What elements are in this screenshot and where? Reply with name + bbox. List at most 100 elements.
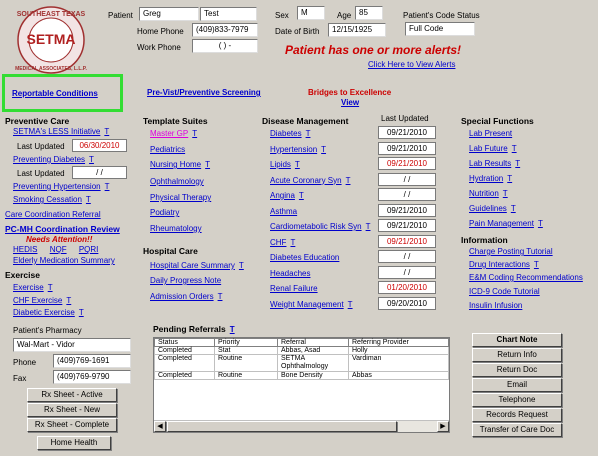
disease-date-field[interactable]: 09/21/2010: [378, 219, 436, 232]
disease-date-field[interactable]: / /: [378, 188, 436, 201]
less-t-link[interactable]: T: [104, 127, 109, 136]
disease-t-link[interactable]: T: [299, 191, 304, 200]
icd9-code-tutorial-link[interactable]: ICD-9 Code Tutorial: [469, 287, 540, 296]
daily-progress-note-link[interactable]: Daily Progress Note: [150, 276, 221, 285]
return-doc-button[interactable]: Return Doc: [472, 363, 562, 377]
nursing-home-link[interactable]: Nursing Home: [150, 160, 201, 169]
exercise-t-link[interactable]: T: [48, 283, 53, 292]
guidelines-t-link[interactable]: T: [511, 204, 516, 213]
insulin-infusion-link[interactable]: Insulin Infusion: [469, 301, 522, 310]
disease-date-field[interactable]: 09/21/2010: [378, 157, 436, 170]
work-phone-field[interactable]: ( ) -: [192, 39, 258, 53]
master-gp-t-link[interactable]: T: [192, 129, 197, 138]
smoking-cessation-link[interactable]: Smoking Cessation: [13, 195, 82, 204]
disease-date-field[interactable]: 09/20/2010: [378, 296, 436, 310]
telephone-button[interactable]: Telephone: [472, 393, 562, 407]
rx-sheet-complete-button[interactable]: Rx Sheet - Complete: [27, 418, 117, 432]
lab-results-t-link[interactable]: T: [515, 159, 520, 168]
care-coordination-referral-link[interactable]: Care Coordination Referral: [5, 210, 101, 219]
rx-sheet-active-button[interactable]: Rx Sheet - Active: [27, 388, 117, 402]
home-phone-field[interactable]: (409)833-7979: [192, 23, 258, 37]
referrals-col-provider[interactable]: Referring Provider: [348, 338, 449, 347]
disease-link[interactable]: Weight Management: [270, 300, 344, 309]
disease-t-link[interactable]: T: [366, 222, 371, 231]
previsit-screening-link[interactable]: Pre-Vist/Preventive Screening: [147, 88, 261, 97]
admission-orders-t-link[interactable]: T: [218, 292, 223, 301]
podiatry-link[interactable]: Podiatry: [150, 208, 179, 217]
disease-t-link[interactable]: T: [295, 160, 300, 169]
disease-date-field[interactable]: / /: [378, 265, 436, 279]
scroll-thumb[interactable]: [167, 421, 397, 432]
lab-results-link[interactable]: Lab Results: [469, 159, 511, 168]
hydration-link[interactable]: Hydration: [469, 174, 503, 183]
disease-date-field[interactable]: 09/21/2010: [378, 234, 436, 248]
pediatrics-link[interactable]: Pediatrics: [150, 145, 185, 154]
hospital-care-summary-t-link[interactable]: T: [239, 261, 244, 270]
physical-therapy-link[interactable]: Physical Therapy: [150, 193, 211, 202]
disease-date-field[interactable]: 01/20/2010: [378, 281, 436, 294]
disease-link[interactable]: Headaches: [270, 269, 310, 278]
disease-date-field[interactable]: 09/21/2010: [378, 203, 436, 217]
referrals-col-status[interactable]: Status: [154, 338, 215, 347]
code-status-field[interactable]: Full Code: [405, 22, 475, 36]
hospital-care-summary-link[interactable]: Hospital Care Summary: [150, 261, 235, 270]
smoking-cessation-t-link[interactable]: T: [86, 195, 91, 204]
em-coding-recommendations-link[interactable]: E&M Coding Recommendations: [469, 273, 583, 282]
disease-link[interactable]: Renal Failure: [270, 284, 318, 293]
nutrition-link[interactable]: Nutrition: [469, 189, 499, 198]
table-row[interactable]: Completed Routine SETMA Ophthalmology Va…: [154, 354, 449, 372]
drug-interactions-link[interactable]: Drug Interactions: [469, 260, 530, 269]
transfer-of-care-doc-button[interactable]: Transfer of Care Doc: [472, 423, 562, 437]
diabetic-exercise-link[interactable]: Diabetic Exercise: [13, 308, 75, 317]
view-alerts-link[interactable]: Click Here to View Alerts: [368, 60, 455, 69]
disease-link[interactable]: Diabetes Education: [270, 253, 339, 262]
chart-note-button[interactable]: Chart Note: [472, 333, 562, 347]
drug-interactions-t-link[interactable]: T: [534, 260, 539, 269]
bridges-view-link[interactable]: View: [341, 98, 359, 107]
disease-link[interactable]: CHF: [270, 238, 286, 247]
charge-posting-tutorial-link[interactable]: Charge Posting Tutorial: [469, 247, 553, 256]
pharmacy-fax-field[interactable]: (409)769-9790: [53, 370, 131, 384]
patient-first-name-field[interactable]: Greg: [139, 7, 199, 21]
disease-date-field[interactable]: 09/21/2010: [378, 141, 436, 155]
master-gp-link[interactable]: Master GP: [150, 129, 188, 138]
referrals-col-referral[interactable]: Referral: [277, 338, 349, 347]
disease-date-field[interactable]: / /: [378, 172, 436, 186]
pending-referrals-t-link[interactable]: T: [230, 325, 235, 334]
lab-present-link[interactable]: Lab Present: [469, 129, 512, 138]
ophthalmology-link[interactable]: Ophthalmology: [150, 177, 204, 186]
pending-referrals-grid[interactable]: Status Priority Referral Referring Provi…: [153, 337, 450, 433]
nutrition-t-link[interactable]: T: [503, 189, 508, 198]
elderly-medication-summary-link[interactable]: Elderly Medication Summary: [13, 256, 115, 265]
dob-field[interactable]: 12/15/1925: [328, 23, 386, 37]
diabetes-date-field[interactable]: / /: [72, 166, 127, 179]
preventing-diabetes-t-link[interactable]: T: [89, 155, 94, 164]
disease-t-link[interactable]: T: [290, 238, 295, 247]
age-field[interactable]: 85: [355, 6, 383, 20]
disease-link[interactable]: Angina: [270, 191, 295, 200]
scroll-right-arrow-icon[interactable]: ▶: [437, 421, 449, 432]
hydration-t-link[interactable]: T: [507, 174, 512, 183]
disease-t-link[interactable]: T: [346, 176, 351, 185]
disease-t-link[interactable]: T: [321, 145, 326, 154]
less-initiative-link[interactable]: SETMA's LESS Initiative: [13, 127, 100, 136]
disease-date-field[interactable]: / /: [378, 250, 436, 263]
disease-link[interactable]: Cardiometabolic Risk Syn: [270, 222, 362, 231]
disease-link[interactable]: Asthma: [270, 207, 297, 216]
preventing-hypertension-t-link[interactable]: T: [105, 182, 110, 191]
diabetic-exercise-t-link[interactable]: T: [79, 308, 84, 317]
pharmacy-phone-field[interactable]: (409)769-1691: [53, 354, 131, 368]
rheumatology-link[interactable]: Rheumatology: [150, 224, 202, 233]
pharmacy-name-field[interactable]: Wal-Mart - Vidor: [13, 338, 131, 352]
exercise-link[interactable]: Exercise: [13, 283, 44, 292]
pain-management-t-link[interactable]: T: [538, 219, 543, 228]
patient-last-name-field[interactable]: Test: [200, 7, 257, 21]
nursing-home-t-link[interactable]: T: [205, 160, 210, 169]
referrals-horizontal-scrollbar[interactable]: ◀ ▶: [154, 420, 449, 432]
disease-date-field[interactable]: 09/21/2010: [378, 126, 436, 139]
disease-link[interactable]: Diabetes: [270, 129, 302, 138]
less-date-field[interactable]: 06/30/2010: [72, 139, 127, 152]
nqf-link[interactable]: NQF: [50, 245, 67, 254]
preventing-hypertension-link[interactable]: Preventing Hypertension: [13, 182, 101, 191]
return-info-button[interactable]: Return Info: [472, 348, 562, 362]
